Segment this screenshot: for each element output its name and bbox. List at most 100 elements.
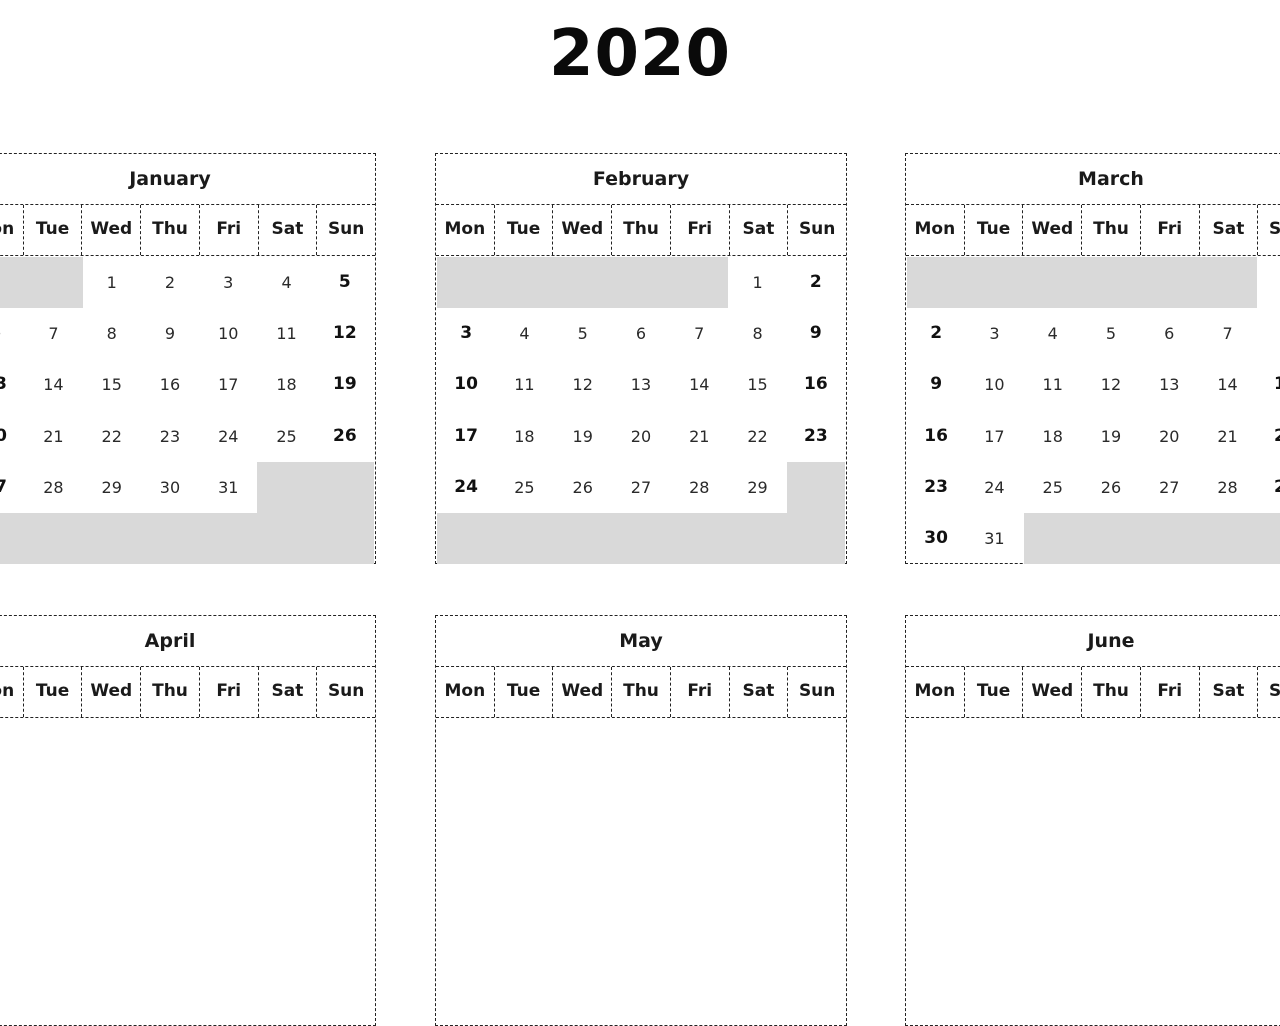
day-cell: 17 bbox=[984, 426, 1005, 446]
weekday-label: Sun bbox=[798, 219, 836, 239]
day-cell: 15 bbox=[747, 375, 768, 395]
day-cell: 14 bbox=[689, 375, 710, 395]
week-row: 30 31 bbox=[907, 512, 1280, 565]
empty-day-cell bbox=[1198, 512, 1257, 565]
week-row: 6 7 8 9 10 11 12 bbox=[0, 308, 374, 359]
day-cell: 24 bbox=[984, 477, 1005, 497]
weekday-label: Sun bbox=[327, 681, 365, 701]
weekday-label: Wed bbox=[1023, 667, 1083, 717]
day-cell: 27 bbox=[1159, 477, 1180, 497]
weekday-label: Thu bbox=[612, 667, 671, 717]
weekday-label: Wed bbox=[82, 667, 142, 717]
day-cell: 10 bbox=[454, 374, 478, 395]
weekday-label: Sun bbox=[1268, 219, 1280, 239]
day-cell: 29 bbox=[1273, 476, 1280, 497]
empty-day-cell bbox=[553, 257, 612, 309]
day-cell: 14 bbox=[1217, 375, 1238, 395]
empty-day-cell bbox=[670, 257, 729, 309]
day-cell: 29 bbox=[747, 477, 768, 497]
day-cell: 1 bbox=[1257, 257, 1280, 308]
day-cell: 30 bbox=[924, 527, 948, 548]
week-row: 12 bbox=[437, 257, 845, 309]
weekday-label: Tue bbox=[495, 667, 554, 717]
week-row: 1 2 3 4 5 bbox=[0, 257, 374, 309]
day-cell: 17 bbox=[218, 375, 239, 395]
day-cell: 23 bbox=[159, 426, 181, 446]
weekday-label: Tue bbox=[24, 667, 83, 717]
day-cell: 8 bbox=[752, 324, 763, 344]
day-cell: 25 bbox=[1042, 477, 1063, 497]
weekday-label: Wed bbox=[553, 205, 613, 255]
empty-day-cell bbox=[553, 512, 612, 565]
empty-day-cell bbox=[1081, 257, 1141, 309]
day-cell: 13 bbox=[1159, 375, 1180, 395]
month-february: February Mon Tue Wed Thu Fri Sat Sun 123456789… bbox=[435, 153, 847, 566]
week-row: 27 28 29 30 31 bbox=[0, 461, 374, 513]
empty-day-cell bbox=[1256, 512, 1280, 565]
week-row: 13 14 15 16 17 18 19 bbox=[0, 359, 374, 410]
day-cell: 17 bbox=[454, 425, 478, 446]
day-cell: 28 bbox=[1217, 477, 1238, 497]
day-grid: 1234567891011121314151617181920212223242… bbox=[906, 256, 1280, 566]
week-row bbox=[437, 512, 845, 565]
empty-day-cell bbox=[611, 512, 671, 565]
day-cell: 28 bbox=[43, 477, 64, 497]
empty-day-cell bbox=[1081, 512, 1141, 565]
day-cell: 13 bbox=[0, 374, 7, 395]
weekday-label: Thu bbox=[612, 205, 671, 255]
day-cell: 13 bbox=[630, 375, 652, 395]
day-cell: 23 bbox=[924, 476, 948, 497]
day-cell: 22 bbox=[747, 426, 768, 446]
day-cell: 18 bbox=[1042, 426, 1063, 446]
day-cell: 22 bbox=[1273, 425, 1280, 446]
day-cell: 26 bbox=[332, 425, 357, 446]
day-cell: 6 bbox=[1164, 324, 1175, 344]
day-cell: 7 bbox=[48, 324, 59, 344]
month-name: March bbox=[906, 154, 1280, 205]
day-cell: 19 bbox=[332, 374, 357, 395]
day-cell: 16 bbox=[924, 425, 948, 446]
year-title: 2020 bbox=[548, 17, 732, 91]
week-row: 16 17 18 19 20 21 22 bbox=[907, 411, 1280, 462]
day-cell: 26 bbox=[1100, 477, 1122, 497]
empty-day-cell bbox=[24, 512, 83, 565]
day-cell: 15 bbox=[1273, 374, 1280, 395]
week-row: 24 25 26 27 28 29 bbox=[437, 461, 845, 513]
week-row: 23 24 25 26 27 28 29 bbox=[907, 462, 1280, 513]
day-cell: 3 bbox=[223, 273, 234, 292]
day-grid: 1234567891011121314151617181920212223242… bbox=[436, 256, 846, 566]
day-cell: 31 bbox=[984, 528, 1005, 548]
weekday-label: Sat bbox=[730, 205, 789, 255]
day-cell: 12 bbox=[1100, 375, 1122, 395]
weekday-label: Thu bbox=[1082, 205, 1141, 255]
day-cell: 9 bbox=[809, 323, 822, 344]
day-cell: 27 bbox=[0, 476, 7, 497]
empty-day-cell bbox=[786, 512, 845, 565]
day-cell: 16 bbox=[803, 374, 828, 395]
weekday-label: Mon bbox=[0, 667, 24, 717]
weekday-label: Sat bbox=[259, 667, 318, 717]
empty-day-cell bbox=[1140, 512, 1199, 565]
day-cell: 8 bbox=[106, 324, 117, 344]
day-cell: 21 bbox=[1217, 426, 1238, 446]
empty-day-cell bbox=[611, 257, 671, 309]
weekday-label: Mon bbox=[0, 205, 24, 255]
day-cell: 12 bbox=[332, 323, 357, 344]
weekday-label: Tue bbox=[495, 205, 554, 255]
day-cell: 6 bbox=[635, 324, 647, 344]
day-cell: 1 bbox=[106, 273, 117, 292]
empty-day-cell bbox=[670, 512, 729, 565]
day-cell: 4 bbox=[1047, 324, 1058, 344]
weekday-label: Wed bbox=[553, 667, 613, 717]
weekday-label: Sun bbox=[327, 219, 365, 239]
empty-day-cell bbox=[728, 512, 787, 565]
weekday-label: Sun bbox=[1268, 681, 1280, 701]
day-cell: 20 bbox=[0, 425, 7, 446]
empty-day-cell bbox=[495, 257, 554, 309]
weekday-label: Mon bbox=[436, 205, 495, 255]
month-january: January MonTueWedThuFriSatSun 1234567891… bbox=[0, 153, 376, 565]
day-cell: 21 bbox=[689, 426, 710, 446]
week-row: 17 18 19 20 21 22 23 bbox=[437, 411, 845, 462]
weekday-label: Mon bbox=[906, 667, 965, 717]
month-name: May bbox=[436, 616, 846, 667]
